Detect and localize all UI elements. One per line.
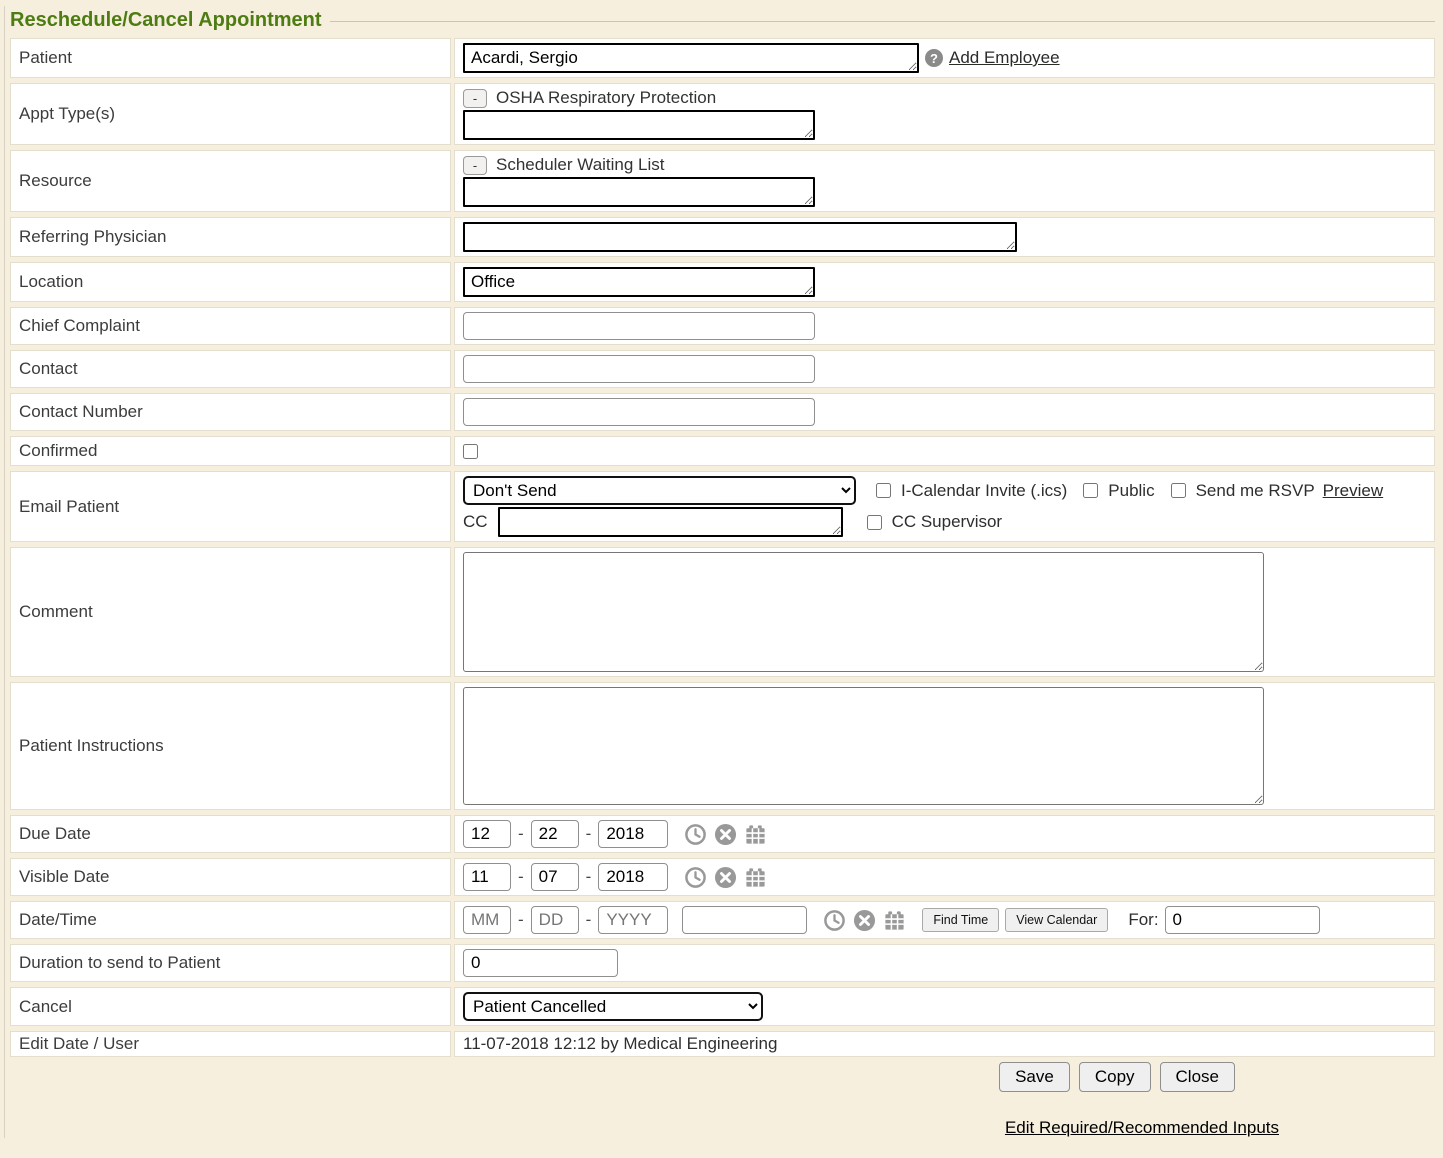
patient-instructions-label: Patient Instructions: [10, 682, 451, 810]
close-button[interactable]: Close: [1160, 1062, 1235, 1092]
reschedule-cancel-form: Reschedule/Cancel Appointment Patient Ac…: [4, 6, 1435, 1138]
due-date-month-input[interactable]: [463, 820, 511, 848]
row-resource: Resource - Scheduler Waiting List: [10, 150, 1435, 212]
contact-number-label: Contact Number: [10, 393, 451, 431]
email-send-select[interactable]: Don't Send: [463, 476, 856, 505]
row-patient-instructions: Patient Instructions: [10, 682, 1435, 810]
cancel-label: Cancel: [10, 987, 451, 1026]
row-visible-date: Visible Date --: [10, 858, 1435, 896]
view-calendar-button[interactable]: View Calendar: [1005, 908, 1108, 932]
contact-number-input[interactable]: [463, 398, 815, 426]
row-contact: Contact: [10, 350, 1435, 388]
visible-date-time-icon[interactable]: [684, 866, 707, 889]
row-edit-date-user: Edit Date / User 11-07-2018 12:12 by Med…: [10, 1031, 1435, 1057]
row-duration: Duration to send to Patient: [10, 944, 1435, 982]
row-chief-complaint: Chief Complaint: [10, 307, 1435, 345]
confirmed-label: Confirmed: [10, 436, 451, 466]
remove-resource-button[interactable]: -: [463, 156, 487, 175]
preview-link[interactable]: Preview: [1323, 481, 1383, 501]
cc-label: CC: [463, 512, 488, 532]
row-appt-types: Appt Type(s) - OSHA Respiratory Protecti…: [10, 83, 1435, 145]
cc-input[interactable]: [498, 507, 843, 537]
for-label: For:: [1128, 910, 1158, 930]
duration-label: Duration to send to Patient: [10, 944, 451, 982]
cancel-select[interactable]: Patient Cancelled: [463, 992, 763, 1021]
resource-selected: Scheduler Waiting List: [496, 155, 665, 175]
date-time-month-input[interactable]: [463, 906, 511, 934]
email-patient-label: Email Patient: [10, 471, 451, 542]
appt-type-selected: OSHA Respiratory Protection: [496, 88, 716, 108]
due-date-clear-icon[interactable]: [714, 823, 737, 846]
date-time-year-input[interactable]: [598, 906, 668, 934]
location-label: Location: [10, 262, 451, 302]
send-me-rsvp-label: Send me RSVP: [1196, 481, 1315, 501]
visible-date-calendar-icon[interactable]: [744, 866, 767, 889]
due-date-label: Due Date: [10, 815, 451, 853]
contact-label: Contact: [10, 350, 451, 388]
row-email-patient: Email Patient Don't Send I-Calendar Invi…: [10, 471, 1435, 542]
for-input[interactable]: [1165, 906, 1320, 934]
copy-button[interactable]: Copy: [1079, 1062, 1151, 1092]
date-time-calendar-icon[interactable]: [883, 909, 906, 932]
cc-supervisor-checkbox[interactable]: [867, 515, 882, 530]
visible-date-month-input[interactable]: [463, 863, 511, 891]
referring-physician-input[interactable]: [463, 222, 1017, 252]
add-employee-link[interactable]: Add Employee: [949, 48, 1060, 68]
row-contact-number: Contact Number: [10, 393, 1435, 431]
resource-label: Resource: [10, 150, 451, 212]
edit-date-user-value: 11-07-2018 12:12 by Medical Engineering: [463, 1034, 777, 1054]
edit-date-user-label: Edit Date / User: [10, 1031, 451, 1057]
comment-textarea[interactable]: [463, 552, 1264, 672]
public-label: Public: [1108, 481, 1154, 501]
date-time-day-input[interactable]: [531, 906, 579, 934]
referring-physician-label: Referring Physician: [10, 217, 451, 257]
help-icon[interactable]: ?: [925, 49, 943, 67]
row-cancel: Cancel Patient Cancelled: [10, 987, 1435, 1026]
due-date-calendar-icon[interactable]: [744, 823, 767, 846]
due-date-time-icon[interactable]: [684, 823, 707, 846]
edit-required-inputs-link[interactable]: Edit Required/Recommended Inputs: [1005, 1118, 1279, 1138]
confirmed-checkbox[interactable]: [463, 444, 478, 459]
resource-input[interactable]: [463, 177, 815, 207]
row-date-time: Date/Time -- Find Time View Calendar For…: [10, 901, 1435, 939]
send-me-rsvp-checkbox[interactable]: [1171, 483, 1186, 498]
date-time-clear-icon[interactable]: [853, 909, 876, 932]
contact-input[interactable]: [463, 355, 815, 383]
page-title: Reschedule/Cancel Appointment: [10, 9, 330, 32]
visible-date-day-input[interactable]: [531, 863, 579, 891]
row-confirmed: Confirmed: [10, 436, 1435, 466]
chief-complaint-input[interactable]: [463, 312, 815, 340]
location-input[interactable]: Office: [463, 267, 815, 297]
row-location: Location Office: [10, 262, 1435, 302]
patient-instructions-textarea[interactable]: [463, 687, 1264, 805]
appt-types-label: Appt Type(s): [10, 83, 451, 145]
icalendar-invite-checkbox[interactable]: [876, 483, 891, 498]
fieldset-divider: [330, 21, 1435, 22]
patient-input[interactable]: Acardi, Sergio: [463, 43, 919, 73]
appt-type-input[interactable]: [463, 110, 815, 140]
cc-supervisor-label: CC Supervisor: [892, 512, 1003, 532]
due-date-year-input[interactable]: [598, 820, 668, 848]
remove-appt-type-button[interactable]: -: [463, 89, 487, 108]
row-due-date: Due Date --: [10, 815, 1435, 853]
visible-date-label: Visible Date: [10, 858, 451, 896]
date-time-time-input[interactable]: [682, 906, 807, 934]
due-date-day-input[interactable]: [531, 820, 579, 848]
duration-input[interactable]: [463, 949, 618, 977]
visible-date-year-input[interactable]: [598, 863, 668, 891]
save-button[interactable]: Save: [999, 1062, 1070, 1092]
icalendar-invite-label: I-Calendar Invite (.ics): [901, 481, 1067, 501]
row-comment: Comment: [10, 547, 1435, 677]
row-referring-physician: Referring Physician: [10, 217, 1435, 257]
patient-label: Patient: [10, 38, 451, 78]
date-time-time-icon[interactable]: [823, 909, 846, 932]
row-patient: Patient Acardi, Sergio ? Add Employee: [10, 38, 1435, 78]
comment-label: Comment: [10, 547, 451, 677]
find-time-button[interactable]: Find Time: [922, 908, 999, 932]
public-checkbox[interactable]: [1083, 483, 1098, 498]
footer-buttons: Save Copy Close: [10, 1057, 1435, 1092]
date-time-label: Date/Time: [10, 901, 451, 939]
visible-date-clear-icon[interactable]: [714, 866, 737, 889]
chief-complaint-label: Chief Complaint: [10, 307, 451, 345]
